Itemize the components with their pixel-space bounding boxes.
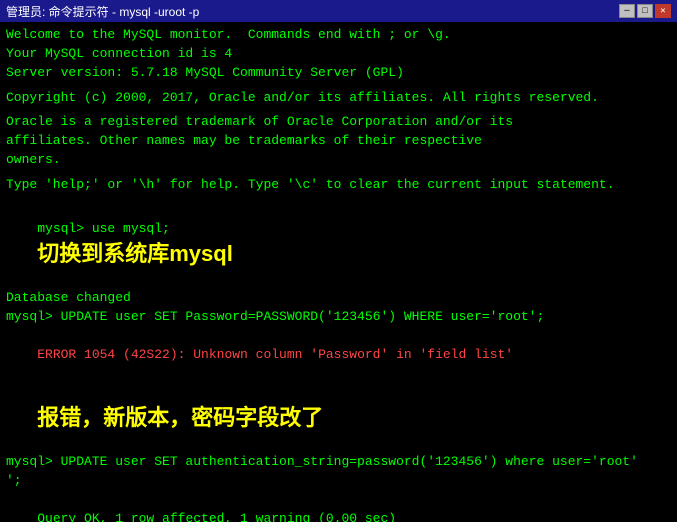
annotation-1: 切换到系统库mysql bbox=[37, 241, 233, 266]
terminal-annotation2-line: 报错，新版本，密码字段改了 bbox=[6, 383, 671, 453]
terminal-use-line: mysql> use mysql; 切换到系统库mysql bbox=[6, 201, 671, 289]
title-bar: 管理员: 命令提示符 - mysql -uroot -p ─ □ ✕ bbox=[0, 0, 677, 22]
terminal-update2: mysql> UPDATE user SET authentication_st… bbox=[6, 453, 671, 472]
annotation-2: 报错，新版本，密码字段改了 bbox=[37, 405, 323, 430]
prompt-use: mysql> use mysql; bbox=[37, 221, 170, 236]
terminal-line-3: Server version: 5.7.18 MySQL Community S… bbox=[6, 64, 671, 83]
terminal-error-line: ERROR 1054 (42S22): Unknown column 'Pass… bbox=[6, 327, 671, 384]
terminal-area[interactable]: Welcome to the MySQL monitor. Commands e… bbox=[0, 22, 677, 522]
terminal-line-2: Your MySQL connection id is 4 bbox=[6, 45, 671, 64]
window-title: 管理员: 命令提示符 - mysql -uroot -p bbox=[6, 3, 199, 20]
terminal-queryok1-line: Query OK, 1 row affected, 1 warning (0.0… bbox=[6, 491, 671, 522]
close-button[interactable]: ✕ bbox=[655, 4, 671, 18]
terminal-update2b: '; bbox=[6, 472, 671, 491]
terminal-line-11: Type 'help;' or '\h' for help. Type '\c'… bbox=[6, 176, 671, 195]
terminal-line-1: Welcome to the MySQL monitor. Commands e… bbox=[6, 26, 671, 45]
terminal-line-9: owners. bbox=[6, 151, 671, 170]
error-text: ERROR 1054 (42S22): Unknown column 'Pass… bbox=[37, 347, 513, 362]
query-ok-1: Query OK, 1 row affected, 1 warning (0.0… bbox=[37, 511, 396, 522]
maximize-button[interactable]: □ bbox=[637, 4, 653, 18]
terminal-line-7: Oracle is a registered trademark of Orac… bbox=[6, 113, 671, 132]
terminal-db-changed: Database changed bbox=[6, 289, 671, 308]
terminal-update1: mysql> UPDATE user SET Password=PASSWORD… bbox=[6, 308, 671, 327]
terminal-line-5: Copyright (c) 2000, 2017, Oracle and/or … bbox=[6, 89, 671, 108]
minimize-button[interactable]: ─ bbox=[619, 4, 635, 18]
terminal-line-8: affiliates. Other names may be trademark… bbox=[6, 132, 671, 151]
window-controls: ─ □ ✕ bbox=[619, 4, 671, 18]
